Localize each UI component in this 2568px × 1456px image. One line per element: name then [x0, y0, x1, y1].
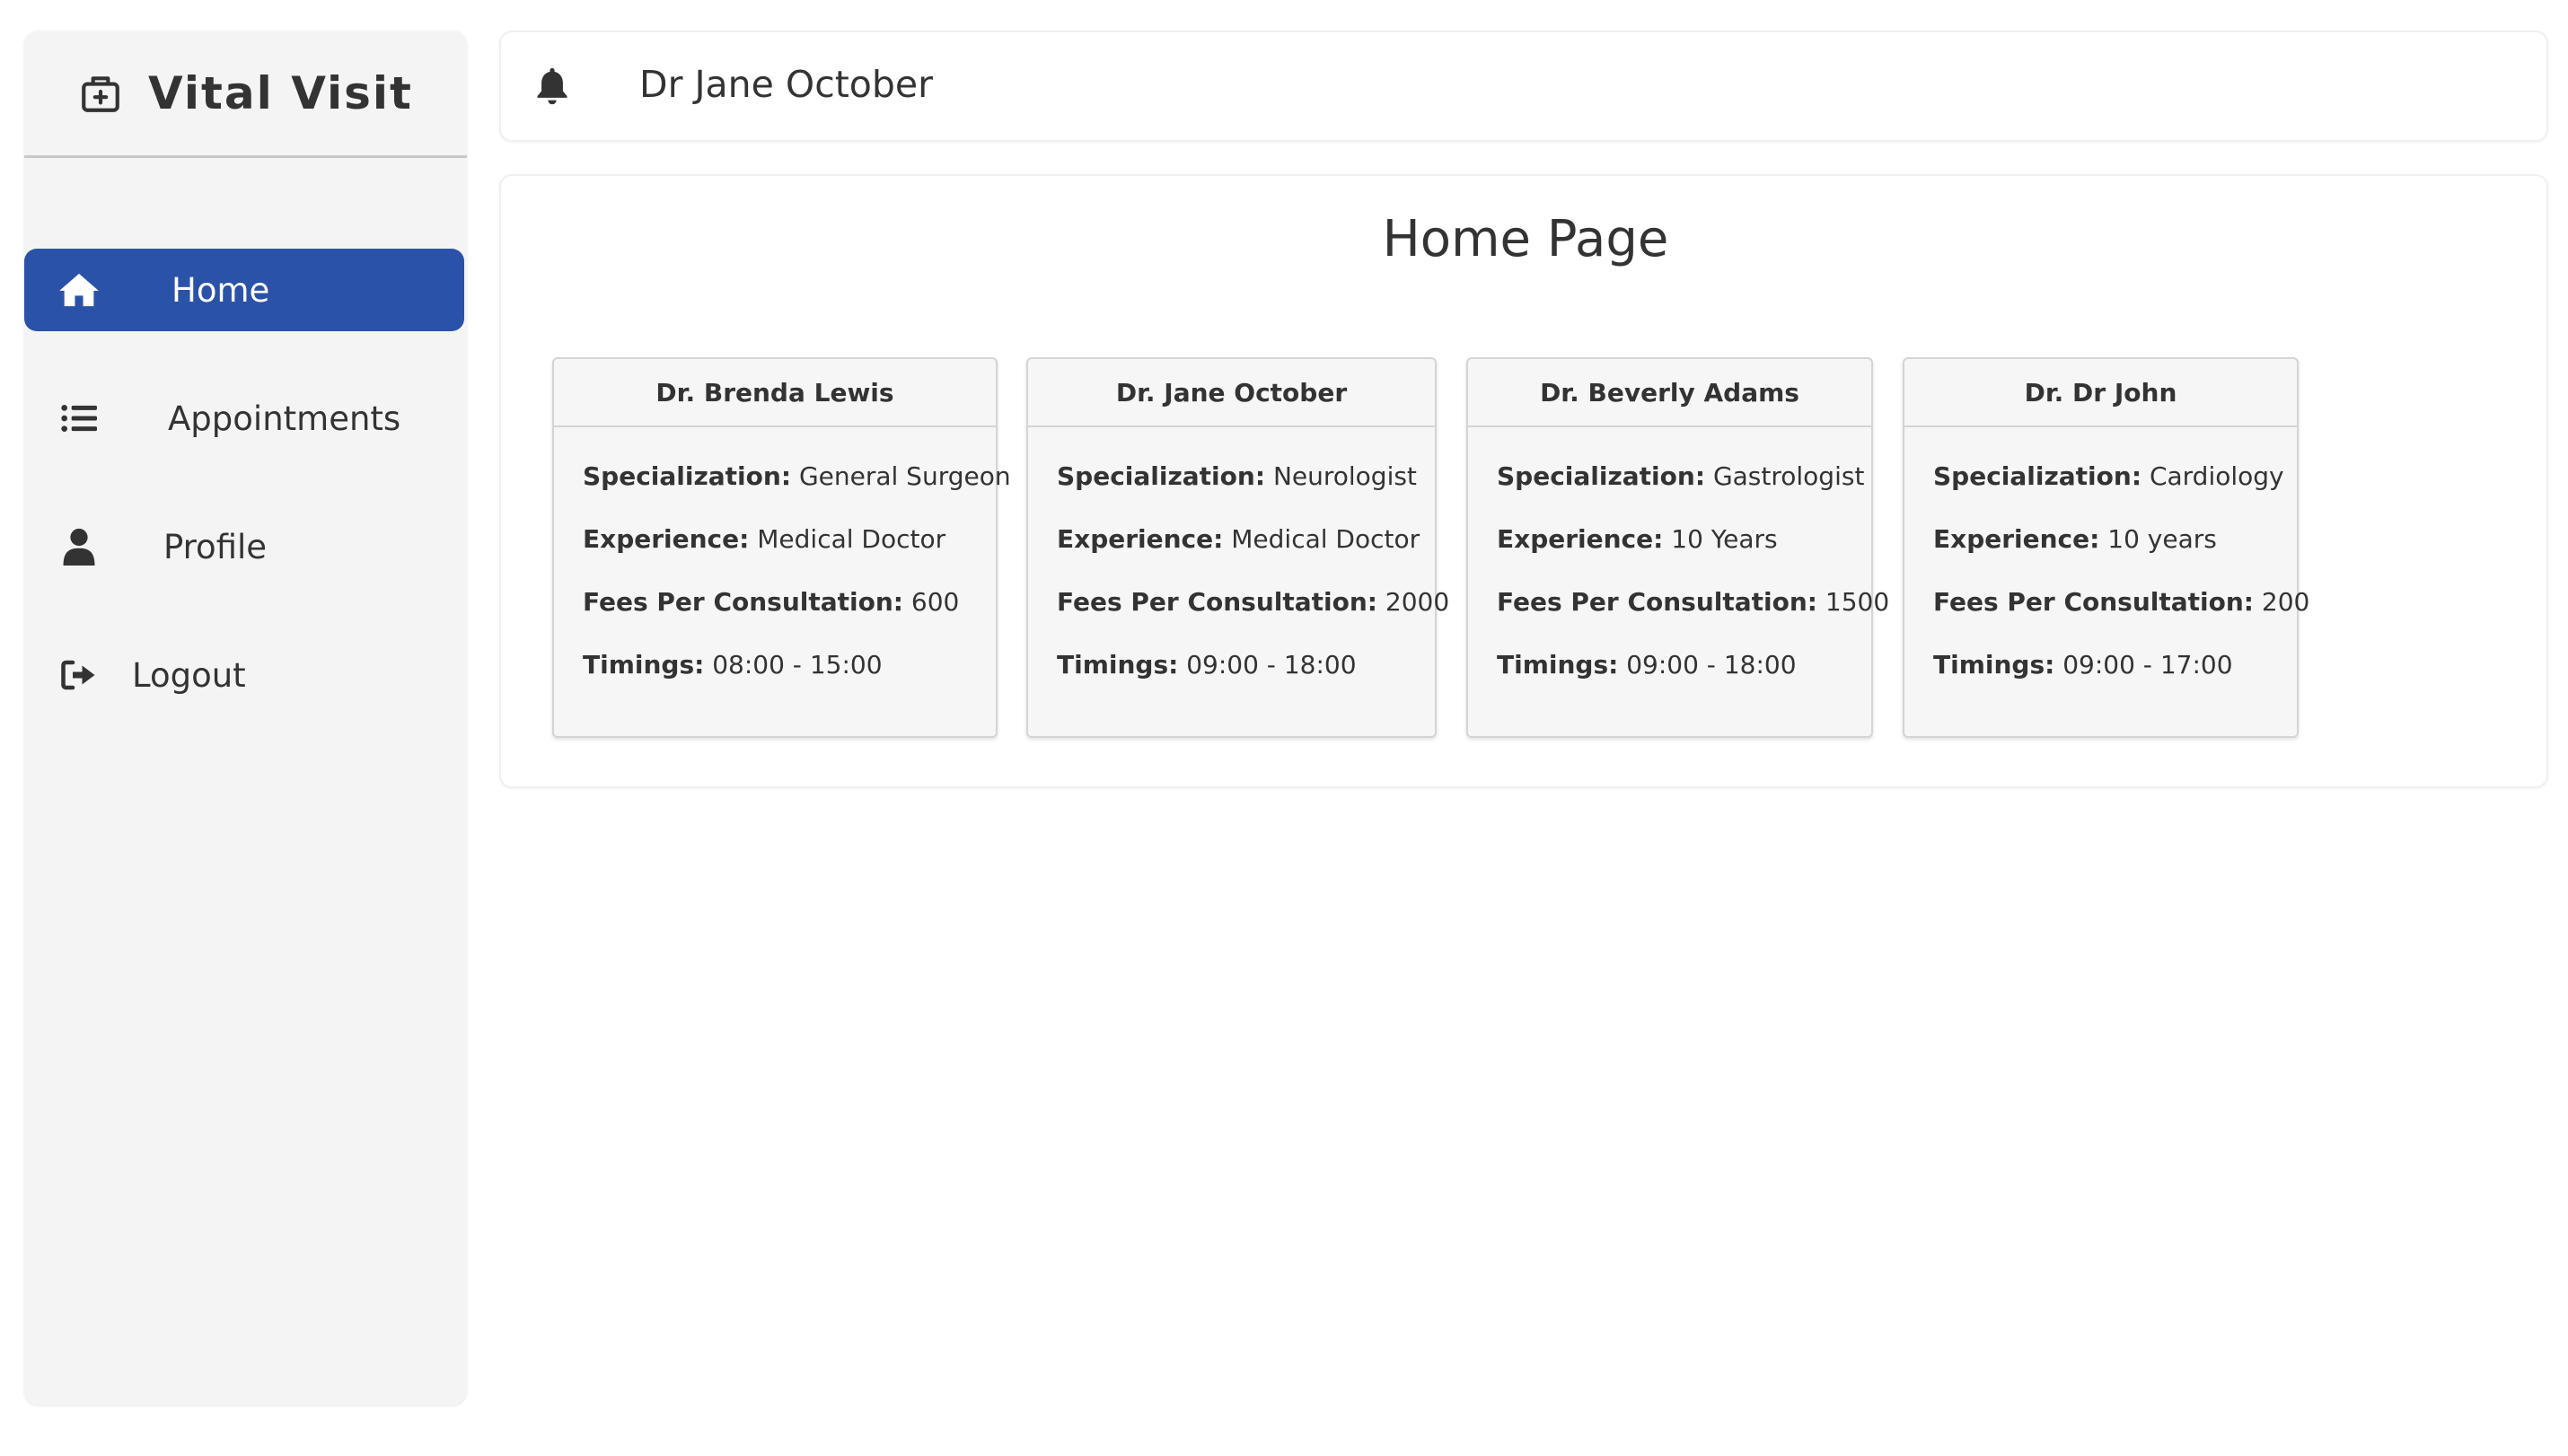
specialization-row: Specialization: Neurologist: [1057, 454, 1435, 517]
timings-value: 09:00 - 17:00: [2062, 650, 2233, 680]
sidebar-item-label: Appointments: [168, 399, 401, 438]
fees-row: Fees Per Consultation: 200: [1933, 580, 2309, 643]
home-icon: [58, 269, 100, 311]
timings-value: 09:00 - 18:00: [1626, 650, 1797, 680]
fees-row: Fees Per Consultation: 1500: [1497, 580, 1889, 643]
timings-label: Timings:: [1497, 650, 1619, 680]
fees-row: Fees Per Consultation: 2000: [1057, 580, 1449, 643]
experience-value: Medical Doctor: [757, 524, 946, 554]
doctor-name: Dr. Jane October: [1028, 359, 1435, 427]
sidebar-item-label: Logout: [132, 655, 246, 695]
sidebar-item-label: Profile: [163, 527, 268, 566]
medical-kit-icon: [78, 71, 123, 116]
specialization-row: Specialization: Gastrologist: [1497, 454, 1871, 517]
fees-row: Fees Per Consultation: 600: [583, 580, 996, 643]
fees-value: 600: [910, 587, 960, 617]
experience-label: Experience:: [583, 524, 750, 554]
experience-row: Experience: Medical Doctor: [583, 517, 996, 580]
timings-row: Timings: 09:00 - 18:00: [1497, 643, 1871, 706]
fees-value: 200: [2261, 587, 2310, 617]
timings-row: Timings: 09:00 - 17:00: [1933, 643, 2297, 706]
experience-label: Experience:: [1497, 524, 1664, 554]
timings-row: Timings: 08:00 - 15:00: [583, 643, 996, 706]
doctor-details: Specialization: Gastrologist Experience:…: [1468, 427, 1889, 706]
specialization-label: Specialization:: [1497, 461, 1706, 491]
timings-row: Timings: 09:00 - 18:00: [1057, 643, 1435, 706]
specialization-value: General Surgeon: [798, 461, 1011, 491]
specialization-value: Cardiology: [2149, 461, 2284, 491]
fees-label: Fees Per Consultation:: [583, 587, 903, 617]
specialization-value: Gastrologist: [1712, 461, 1865, 491]
doctor-card[interactable]: Dr. Dr John Specialization: Cardiology E…: [1903, 357, 2309, 738]
specialization-value: Neurologist: [1272, 461, 1417, 491]
experience-row: Experience: 10 years: [1933, 517, 2297, 580]
sidebar-item-home[interactable]: Home: [24, 249, 464, 331]
fees-value: 1500: [1825, 587, 1890, 617]
timings-value: 08:00 - 15:00: [712, 650, 883, 680]
fees-value: 2000: [1385, 587, 1450, 617]
sidebar-item-profile[interactable]: Profile: [24, 505, 464, 588]
page-title: Home Page: [1382, 210, 1669, 268]
sidebar: Vital Visit Home Appointments Profile Lo…: [24, 31, 467, 1405]
sidebar-item-label: Home: [171, 270, 270, 310]
brand: Vital Visit: [24, 31, 467, 158]
specialization-row: Specialization: Cardiology: [1933, 454, 2297, 517]
user-icon: [58, 526, 100, 567]
list-icon: [58, 398, 100, 439]
doctor-details: Specialization: General Surgeon Experien…: [554, 427, 1011, 706]
bell-icon[interactable]: [535, 66, 576, 108]
specialization-label: Specialization:: [583, 461, 792, 491]
timings-label: Timings:: [1933, 650, 2055, 680]
fees-label: Fees Per Consultation:: [1057, 587, 1377, 617]
experience-value: 10 years: [2107, 524, 2217, 554]
timings-value: 09:00 - 18:00: [1186, 650, 1357, 680]
experience-label: Experience:: [1057, 524, 1224, 554]
specialization-label: Specialization:: [1933, 461, 2142, 491]
timings-label: Timings:: [1057, 650, 1179, 680]
brand-name: Vital Visit: [148, 66, 413, 119]
fees-label: Fees Per Consultation:: [1933, 587, 2254, 617]
doctor-name: Dr. Brenda Lewis: [554, 359, 996, 427]
main-panel: Home Page Dr. Brenda Lewis Specializatio…: [499, 174, 2548, 788]
doctor-name: Dr. Dr John: [1904, 359, 2297, 427]
sidebar-item-logout[interactable]: Logout: [24, 634, 464, 716]
doctor-card[interactable]: Dr. Brenda Lewis Specialization: General…: [552, 357, 1011, 738]
experience-value: 10 Years: [1671, 524, 1778, 554]
doctor-details: Specialization: Neurologist Experience: …: [1028, 427, 1449, 706]
experience-row: Experience: Medical Doctor: [1057, 517, 1435, 580]
timings-label: Timings:: [583, 650, 705, 680]
fees-label: Fees Per Consultation:: [1497, 587, 1817, 617]
top-bar: Dr Jane October: [499, 31, 2548, 142]
user-name: Dr Jane October: [639, 63, 933, 106]
logout-icon: [58, 654, 100, 696]
specialization-row: Specialization: General Surgeon: [583, 454, 1011, 517]
doctor-card[interactable]: Dr. Jane October Specialization: Neurolo…: [1026, 357, 1449, 738]
experience-label: Experience:: [1933, 524, 2100, 554]
doctor-details: Specialization: Cardiology Experience: 1…: [1904, 427, 2309, 706]
doctor-card[interactable]: Dr. Beverly Adams Specialization: Gastro…: [1466, 357, 1889, 738]
sidebar-item-appointments[interactable]: Appointments: [24, 377, 464, 460]
experience-row: Experience: 10 Years: [1497, 517, 1871, 580]
experience-value: Medical Doctor: [1231, 524, 1420, 554]
doctor-name: Dr. Beverly Adams: [1468, 359, 1871, 427]
specialization-label: Specialization:: [1057, 461, 1266, 491]
